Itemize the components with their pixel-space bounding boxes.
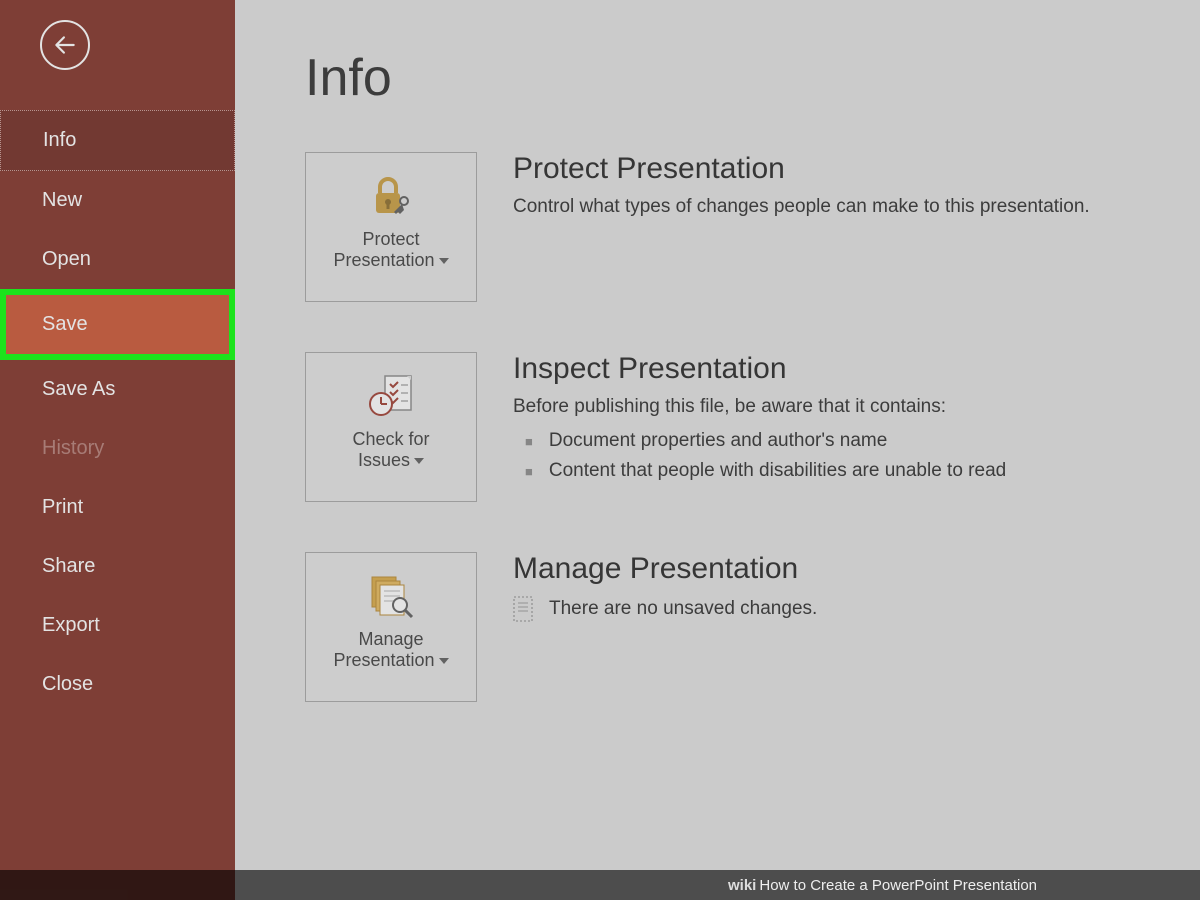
sidebar-item-save-as[interactable]: Save As	[0, 360, 235, 419]
arrow-left-icon	[52, 32, 78, 58]
sidebar-item-save[interactable]: Save	[0, 289, 235, 360]
protect-heading: Protect Presentation	[513, 152, 1170, 186]
section-protect: Protect Presentation Protect Presentatio…	[305, 152, 1170, 302]
sidebar-item-info[interactable]: Info	[0, 110, 235, 171]
footer-text: How to Create a PowerPoint Presentation	[759, 877, 1037, 894]
list-item: Content that people with disabilities ar…	[525, 456, 1170, 486]
sidebar-item-label: Save As	[42, 378, 115, 400]
lock-key-icon	[366, 167, 416, 225]
back-button[interactable]	[40, 20, 90, 70]
manage-body: Manage Presentation There are no unsaved…	[513, 552, 1170, 622]
manage-desc: There are no unsaved changes.	[549, 598, 817, 620]
document-icon	[513, 596, 535, 622]
sidebar-item-label: Close	[42, 673, 93, 695]
tile-label: Protect Presentation	[333, 229, 448, 271]
sidebar-item-label: Export	[42, 614, 100, 636]
tile-label: Check for Issues	[352, 429, 429, 471]
sidebar-item-label: New	[42, 189, 82, 211]
app-root: Info New Open Save Save As History Print…	[0, 0, 1200, 900]
section-manage: Manage Presentation Manage Presentation …	[305, 552, 1170, 702]
backstage-sidebar: Info New Open Save Save As History Print…	[0, 0, 235, 900]
list-item: Document properties and author's name	[525, 426, 1170, 456]
inspect-heading: Inspect Presentation	[513, 352, 1170, 386]
sidebar-item-new[interactable]: New	[0, 171, 235, 230]
manage-heading: Manage Presentation	[513, 552, 1170, 586]
sidebar-item-history: History	[0, 419, 235, 478]
main-pane: Info Protect Presentation	[235, 0, 1200, 900]
sidebar-item-close[interactable]: Close	[0, 655, 235, 714]
inspect-desc: Before publishing this file, be aware th…	[513, 396, 1170, 418]
sidebar-item-open[interactable]: Open	[0, 230, 235, 289]
sidebar-item-export[interactable]: Export	[0, 596, 235, 655]
sidebar-item-label: Info	[43, 129, 76, 151]
sidebar-item-label: Print	[42, 496, 83, 518]
protect-presentation-button[interactable]: Protect Presentation	[305, 152, 477, 302]
check-for-issues-button[interactable]: Check for Issues	[305, 352, 477, 502]
manage-presentation-button[interactable]: Manage Presentation	[305, 552, 477, 702]
sidebar-item-label: Open	[42, 248, 91, 270]
sidebar-item-share[interactable]: Share	[0, 537, 235, 596]
chevron-down-icon	[439, 658, 449, 664]
sidebar-item-label: Save	[42, 313, 88, 335]
manage-status-row: There are no unsaved changes.	[513, 596, 1170, 622]
chevron-down-icon	[414, 458, 424, 464]
documents-magnify-icon	[364, 567, 418, 625]
protect-body: Protect Presentation Control what types …	[513, 152, 1170, 226]
checklist-clock-icon	[365, 367, 417, 425]
inspect-body: Inspect Presentation Before publishing t…	[513, 352, 1170, 486]
sidebar-item-print[interactable]: Print	[0, 478, 235, 537]
inspect-bullet-list: Document properties and author's name Co…	[513, 426, 1170, 486]
chevron-down-icon	[439, 258, 449, 264]
caption-footer: wiki How to Create a PowerPoint Presenta…	[0, 870, 1200, 900]
tile-label: Manage Presentation	[333, 629, 448, 671]
footer-prefix: wiki	[728, 877, 756, 894]
section-inspect: Check for Issues Inspect Presentation Be…	[305, 352, 1170, 502]
page-title: Info	[305, 48, 1170, 108]
protect-desc: Control what types of changes people can…	[513, 196, 1170, 218]
sidebar-item-label: History	[42, 437, 104, 459]
sidebar-item-label: Share	[42, 555, 95, 577]
